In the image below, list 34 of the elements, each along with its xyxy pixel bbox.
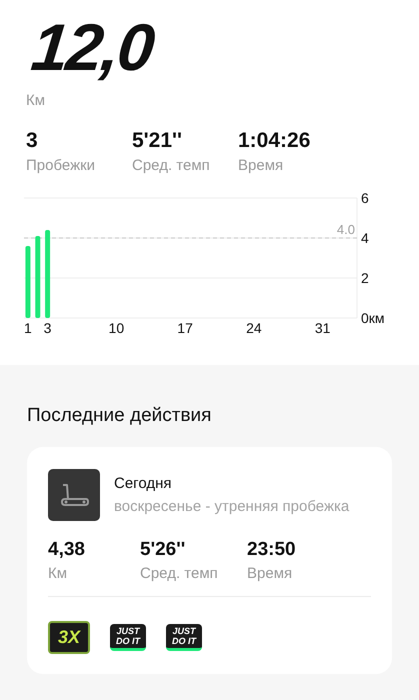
achievement-badge: 3X — [48, 621, 90, 654]
stat-value: 1:04:26 — [238, 129, 310, 153]
treadmill-icon — [48, 469, 100, 521]
x-axis-label: 3 — [44, 320, 52, 336]
stat-value: 4,38 — [48, 539, 86, 561]
achievement-badge: JUST DO IT — [110, 624, 146, 651]
activity-card[interactable]: Сегодня воскресенье - утренняя пробежка 4,38 Км 5'26'' Сред. темп 23:50 Время 3X JUST DO IT JUST DO IT — [27, 447, 392, 674]
stat-value: 5'21'' — [132, 129, 184, 153]
x-axis-label: 10 — [108, 320, 124, 336]
stat-label: Сред. темп — [140, 565, 219, 582]
x-axis-label: 17 — [177, 320, 193, 336]
y-axis-label: 0км — [361, 310, 385, 326]
distance-unit: Км — [26, 92, 46, 109]
stat-value: 5'26'' — [140, 539, 186, 561]
x-axis-label: 24 — [246, 320, 262, 336]
section-title: Последние действия — [27, 405, 212, 427]
y-axis-label: 6 — [361, 190, 369, 206]
activity-date: Сегодня — [114, 475, 172, 492]
y-axis-label: 2 — [361, 270, 369, 286]
stat-value: 23:50 — [247, 539, 297, 561]
stat-label: Время — [247, 565, 294, 582]
stat-value: 3 — [26, 129, 39, 153]
y-axis-label: 4 — [361, 230, 369, 246]
chart-bar — [25, 246, 30, 318]
stat-label: Сред. темп — [132, 157, 211, 174]
x-axis-label: 1 — [24, 320, 32, 336]
stat-label: Км — [48, 565, 68, 582]
stat-label: Пробежки — [26, 157, 96, 174]
total-distance: 12,0 — [27, 12, 156, 82]
activity-description: воскресенье - утренняя пробежка — [114, 498, 350, 515]
x-axis-label: 31 — [314, 320, 330, 336]
average-label: 4.0 — [336, 222, 355, 237]
stat-label: Время — [238, 157, 284, 174]
achievement-badge: JUST DO IT — [166, 624, 202, 651]
